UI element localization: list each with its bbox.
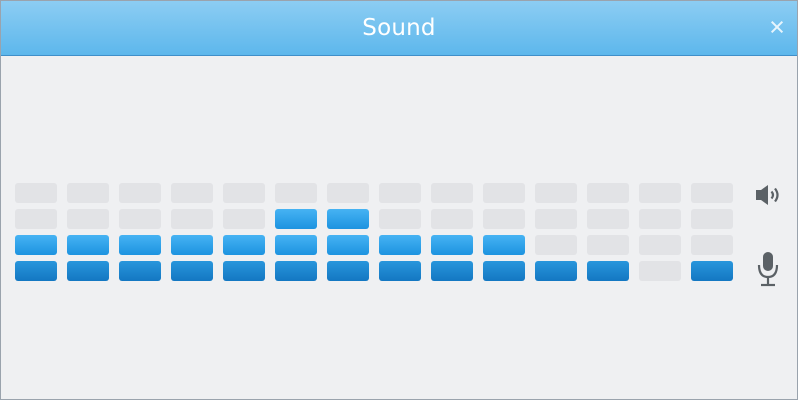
meter-cell: [691, 261, 733, 281]
meter-column: [431, 183, 473, 281]
meter-cell: [691, 209, 733, 229]
meter-cell: [119, 183, 161, 203]
meter-cell: [587, 183, 629, 203]
meter-cell: [431, 209, 473, 229]
meter-column: [223, 183, 265, 281]
meter-cell: [15, 235, 57, 255]
meter-cell: [431, 235, 473, 255]
meter-cell: [483, 183, 525, 203]
meter-column: [691, 183, 733, 281]
meter-cell: [691, 183, 733, 203]
meter-cell: [587, 209, 629, 229]
meter-cell: [119, 235, 161, 255]
speaker-icon: [753, 177, 783, 213]
meter-cell: [483, 209, 525, 229]
meter-cell: [223, 183, 265, 203]
title-bar: Sound ×: [1, 1, 797, 56]
meter-cell: [15, 261, 57, 281]
meter-cell: [67, 261, 109, 281]
meter-column: [67, 183, 109, 281]
meter-cell: [171, 183, 213, 203]
meter-cell: [691, 235, 733, 255]
meter-column: [171, 183, 213, 281]
meter-cell: [379, 183, 421, 203]
meter-cell: [119, 209, 161, 229]
meter-cell: [327, 261, 369, 281]
sound-window: Sound ×: [0, 0, 798, 400]
meter-cell: [535, 209, 577, 229]
meter-cell: [483, 261, 525, 281]
meter-cell: [431, 261, 473, 281]
window-title: Sound: [362, 15, 436, 41]
meter-column: [587, 183, 629, 281]
meter-cell: [483, 235, 525, 255]
meter-cell: [535, 183, 577, 203]
close-icon[interactable]: ×: [763, 13, 791, 41]
meter-cell: [327, 235, 369, 255]
meter-cell: [379, 261, 421, 281]
meter-cell: [223, 235, 265, 255]
meter-cell: [67, 235, 109, 255]
level-meter: [15, 183, 733, 281]
meter-cell: [379, 235, 421, 255]
meter-cell: [587, 261, 629, 281]
meter-cell: [587, 235, 629, 255]
meter-cell: [171, 209, 213, 229]
meter-cell: [327, 209, 369, 229]
meter-cell: [275, 235, 317, 255]
meter-cell: [15, 183, 57, 203]
meter-column: [379, 183, 421, 281]
meter-cell: [15, 209, 57, 229]
meter-cell: [327, 183, 369, 203]
meter-cell: [119, 261, 161, 281]
meter-cell: [639, 235, 681, 255]
meter-column: [483, 183, 525, 281]
meter-cell: [379, 209, 421, 229]
meter-cell: [535, 235, 577, 255]
meter-cell: [639, 209, 681, 229]
meter-cell: [639, 261, 681, 281]
meter-cell: [171, 235, 213, 255]
meter-cell: [275, 183, 317, 203]
meter-cell: [275, 261, 317, 281]
meter-cell: [67, 183, 109, 203]
meter-column: [275, 183, 317, 281]
microphone-icon: [753, 251, 783, 287]
meter-column: [327, 183, 369, 281]
meter-cell: [223, 261, 265, 281]
meter-cell: [275, 209, 317, 229]
meter-cell: [67, 209, 109, 229]
meter-cell: [171, 261, 213, 281]
meter-cell: [223, 209, 265, 229]
meter-cell: [431, 183, 473, 203]
meter-column: [119, 183, 161, 281]
meter-cell: [535, 261, 577, 281]
meter-column: [15, 183, 57, 281]
meter-column: [535, 183, 577, 281]
meter-column: [639, 183, 681, 281]
meter-cell: [639, 183, 681, 203]
